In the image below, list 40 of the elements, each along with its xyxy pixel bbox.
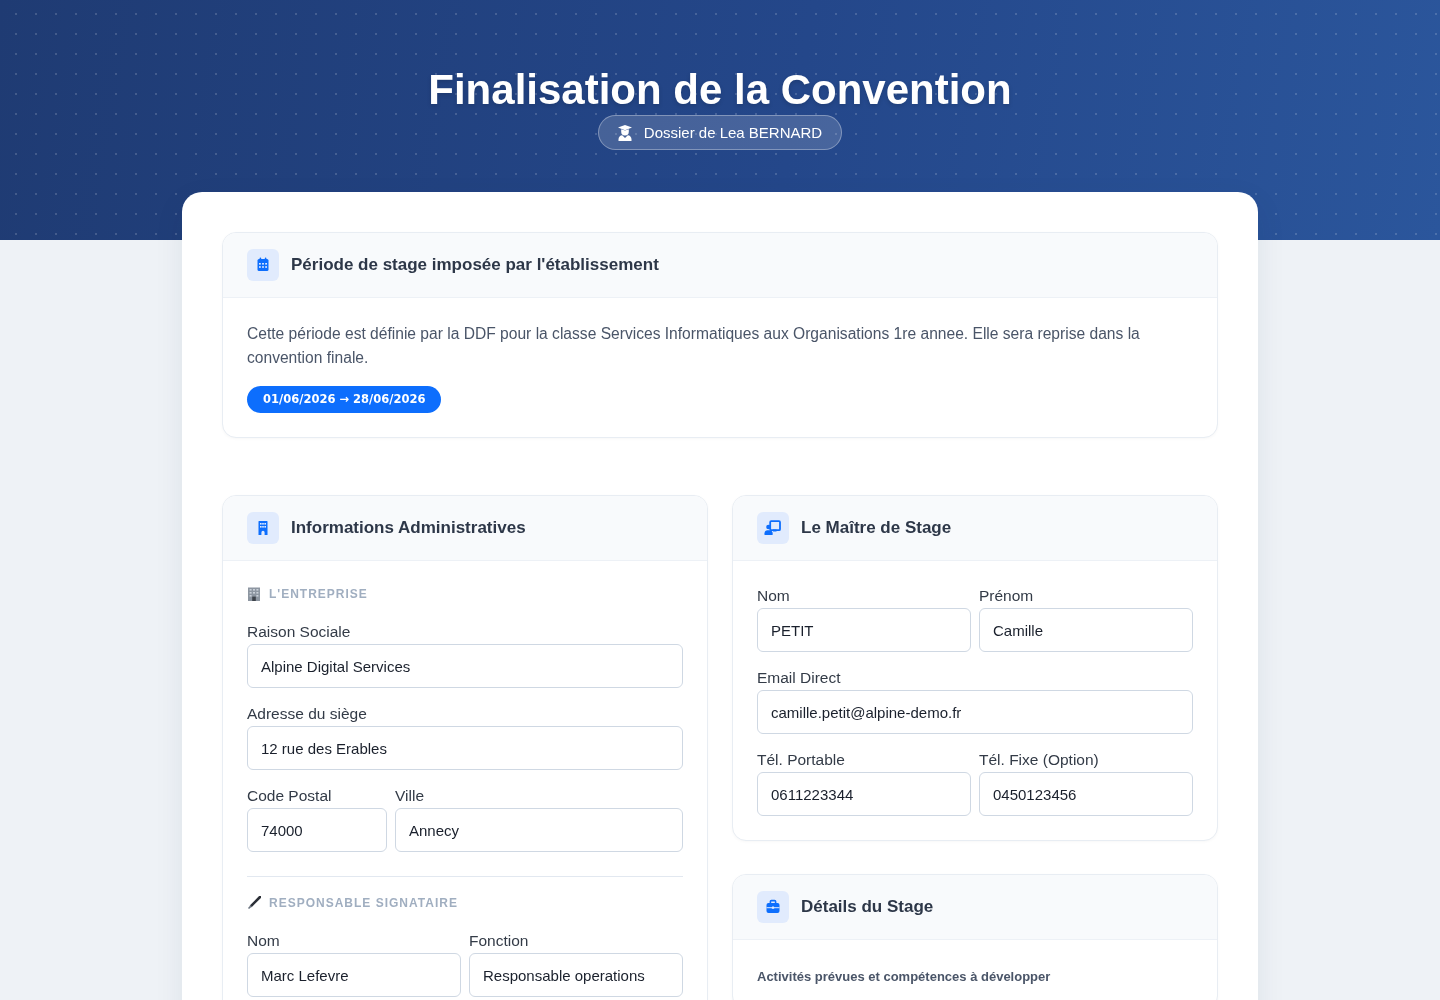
briefcase-icon	[757, 891, 789, 923]
group-heading: RESPONSABLE SIGNATAIRE	[269, 895, 458, 911]
building-icon	[247, 512, 279, 544]
office-building-icon	[247, 587, 261, 601]
pen-icon	[247, 896, 261, 910]
group-heading: L'ENTREPRISE	[269, 586, 368, 602]
text-field[interactable]: Alpine Digital Services	[247, 644, 683, 688]
date-range-badge: 01/06/2026 → 28/06/2026	[247, 386, 442, 413]
period-description: Cette période est définie par la DDF pour la classe Services Informatiques aux Organisations 1re annee. Elle sera reprise dans la convention finale.	[247, 324, 1141, 368]
text-field[interactable]: 74000	[247, 808, 387, 852]
text-field[interactable]: Responsable operations	[469, 953, 683, 997]
text-field[interactable]: Camille	[979, 608, 1193, 652]
field-label: Fonction	[469, 931, 530, 951]
field-label: Tél. Portable	[757, 750, 846, 770]
teacher-board-icon	[757, 512, 789, 544]
field-label: Email Direct	[757, 668, 842, 688]
field-label: Code Postal	[247, 786, 333, 806]
dossier-label: Dossier de Lea BERNARD	[643, 123, 823, 142]
text-field[interactable]: 0450123456	[979, 772, 1193, 816]
section-title: Informations Administratives	[291, 518, 526, 538]
calendar-icon	[247, 249, 279, 281]
section-title: Période de stage imposée par l'établissement	[291, 255, 659, 275]
text-field[interactable]: 12 rue des Erables	[247, 726, 683, 770]
field-label: Ville	[395, 786, 425, 806]
graduate-icon	[617, 124, 632, 141]
text-field[interactable]: Annecy	[395, 808, 683, 852]
section-title: Détails du Stage	[801, 897, 934, 917]
text-field[interactable]: camille.petit@alpine-demo.fr	[757, 690, 1193, 734]
text-field[interactable]: Marc Lefevre	[247, 953, 461, 997]
field-label: Raison Sociale	[247, 622, 352, 642]
page-title: Finalisation de la Convention	[428, 65, 1012, 115]
field-label: Prénom	[979, 586, 1035, 606]
field-label: Adresse du siège	[247, 704, 368, 724]
field-label: Nom	[757, 586, 791, 606]
field-label: Nom	[247, 931, 281, 951]
section-title: Le Maître de Stage	[801, 518, 952, 538]
text-field[interactable]: PETIT	[757, 608, 971, 652]
field-label: Tél. Fixe (Option)	[979, 750, 1100, 770]
text-field[interactable]: 0611223344	[757, 772, 971, 816]
field-label: Activités prévues et compétences à développer	[757, 969, 1052, 985]
